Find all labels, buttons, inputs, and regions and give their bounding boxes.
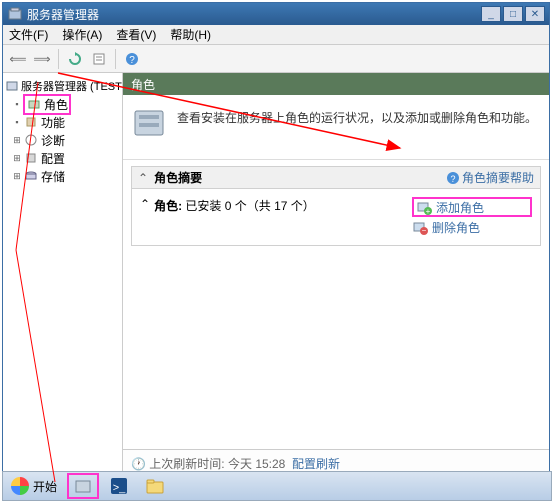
storage-icon: [23, 168, 39, 184]
last-refresh-icon: 🕐: [131, 457, 146, 471]
nav-back-button[interactable]: ⟸: [7, 48, 29, 70]
summary-header[interactable]: ⌃ 角色摘要 ? 角色摘要帮助: [132, 167, 540, 189]
tree-storage[interactable]: ⊞ 存储: [5, 167, 120, 185]
banner: 查看安装在服务器上角色的运行状况，以及添加或删除角色和功能。: [123, 95, 549, 160]
windows-logo-icon: [11, 477, 29, 495]
banner-icon: [131, 105, 167, 141]
summary-help-link[interactable]: ? 角色摘要帮助: [446, 169, 534, 186]
roles-icon: [26, 96, 42, 112]
window-body: 服务器管理器 (TEST-ZHUAD) ▪ 角色 ▪ 功能 ⊞: [3, 73, 549, 477]
roles-installed-count: 已安装 0 个（共 17 个）: [185, 199, 314, 213]
server-icon: [5, 78, 19, 94]
expand-icon[interactable]: ▪: [11, 117, 23, 127]
refresh-button[interactable]: [64, 48, 86, 70]
expand-icon[interactable]: ⊞: [11, 171, 23, 182]
roles-label: 角色:: [154, 199, 182, 213]
properties-button[interactable]: [88, 48, 110, 70]
features-icon: [23, 114, 39, 130]
titlebar[interactable]: 服务器管理器 _ □ ✕: [3, 3, 549, 25]
close-button[interactable]: ✕: [525, 6, 545, 22]
roles-summary-icon: ⌃: [140, 197, 150, 237]
window-title: 服务器管理器: [27, 6, 481, 23]
remove-role-link[interactable]: − 删除角色: [412, 217, 532, 237]
server-manager-window: 服务器管理器 _ □ ✕ 文件(F) 操作(A) 查看(V) 帮助(H) ⟸ ⟹…: [2, 2, 550, 478]
content-pane: 角色 查看安装在服务器上角色的运行状况，以及添加或删除角色和功能。 ⌃ 角色摘要…: [123, 73, 549, 477]
svg-text:−: −: [422, 226, 427, 235]
taskbar-powershell[interactable]: >_: [103, 473, 135, 499]
roles-summary-box: ⌃ 角色摘要 ? 角色摘要帮助 ⌃ 角色: 已安装 0 个（共 17 个）: [131, 166, 541, 246]
tree-diagnostics[interactable]: ⊞ 诊断: [5, 131, 120, 149]
menu-help[interactable]: 帮助(H): [170, 26, 211, 43]
taskbar[interactable]: 开始 >_: [2, 471, 552, 501]
svg-text:?: ?: [129, 55, 135, 66]
taskbar-explorer[interactable]: [139, 473, 171, 499]
toolbar: ⟸ ⟹ ?: [3, 45, 549, 73]
maximize-button[interactable]: □: [503, 6, 523, 22]
content-header: 角色: [123, 73, 549, 95]
help-button[interactable]: ?: [121, 48, 143, 70]
taskbar-server-manager[interactable]: [67, 473, 99, 499]
banner-text: 查看安装在服务器上角色的运行状况，以及添加或删除角色和功能。: [177, 105, 537, 141]
config-icon: [23, 150, 39, 166]
start-button[interactable]: 开始: [5, 473, 63, 499]
tree-root[interactable]: 服务器管理器 (TEST-ZHUAD): [5, 77, 120, 95]
svg-text:+: +: [426, 207, 431, 215]
tree-roles[interactable]: ▪ 角色: [5, 95, 120, 113]
tree-config-label: 配置: [41, 150, 65, 167]
summary-title: 角色摘要: [154, 169, 446, 186]
last-refresh-label: 上次刷新时间:: [149, 455, 224, 472]
expand-icon[interactable]: ▪: [11, 99, 23, 109]
roles-status: ⌃ 角色: 已安装 0 个（共 17 个）: [140, 197, 412, 237]
expand-icon[interactable]: ⊞: [11, 153, 23, 164]
menubar: 文件(F) 操作(A) 查看(V) 帮助(H): [3, 25, 549, 45]
last-refresh-time: 今天 15:28: [228, 455, 285, 472]
collapse-icon[interactable]: ⌃: [138, 171, 148, 185]
tree-roles-label: 角色: [44, 96, 68, 113]
remove-role-label: 删除角色: [432, 219, 480, 236]
add-role-link[interactable]: + 添加角色: [412, 197, 532, 217]
menu-file[interactable]: 文件(F): [9, 26, 48, 43]
tree-features[interactable]: ▪ 功能: [5, 113, 120, 131]
svg-text:>_: >_: [113, 482, 126, 494]
app-icon: [7, 6, 23, 22]
config-refresh-link[interactable]: 配置刷新: [292, 455, 340, 472]
tree-features-label: 功能: [41, 114, 65, 131]
add-role-label: 添加角色: [436, 199, 484, 216]
navigation-tree[interactable]: 服务器管理器 (TEST-ZHUAD) ▪ 角色 ▪ 功能 ⊞: [3, 73, 123, 477]
svg-text:?: ?: [450, 174, 455, 184]
diagnostics-icon: [23, 132, 39, 148]
tree-config[interactable]: ⊞ 配置: [5, 149, 120, 167]
tree-diagnostics-label: 诊断: [41, 132, 65, 149]
start-label: 开始: [33, 478, 57, 495]
nav-forward-button[interactable]: ⟹: [31, 48, 53, 70]
expand-icon[interactable]: ⊞: [11, 135, 23, 146]
tree-storage-label: 存储: [41, 168, 65, 185]
content-header-title: 角色: [131, 76, 155, 93]
menu-action[interactable]: 操作(A): [62, 26, 102, 43]
summary-help-label: 角色摘要帮助: [462, 169, 534, 186]
menu-view[interactable]: 查看(V): [116, 26, 156, 43]
minimize-button[interactable]: _: [481, 6, 501, 22]
